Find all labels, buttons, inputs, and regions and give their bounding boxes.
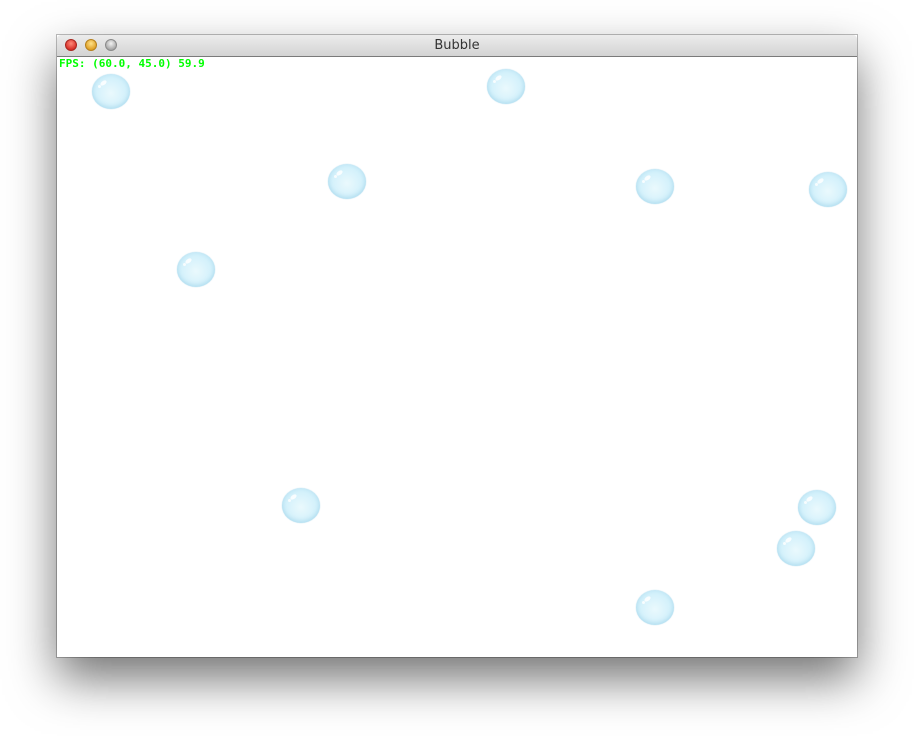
game-canvas[interactable]: FPS: (60.0, 45.0) 59.9 [57, 57, 857, 657]
fps-counter: FPS: (60.0, 45.0) 59.9 [59, 57, 205, 70]
bubble[interactable] [798, 490, 836, 525]
bubble[interactable] [177, 252, 215, 287]
title-bar[interactable]: Bubble [57, 35, 857, 57]
bubble[interactable] [809, 172, 847, 207]
bubble[interactable] [777, 531, 815, 566]
app-window: Bubble FPS: (60.0, 45.0) 59.9 [57, 35, 857, 657]
bubble[interactable] [636, 169, 674, 204]
bubble[interactable] [282, 488, 320, 523]
bubble[interactable] [487, 69, 525, 104]
bubble[interactable] [92, 74, 130, 109]
window-title: Bubble [434, 38, 480, 53]
bubble[interactable] [328, 164, 366, 199]
bubble[interactable] [636, 590, 674, 625]
